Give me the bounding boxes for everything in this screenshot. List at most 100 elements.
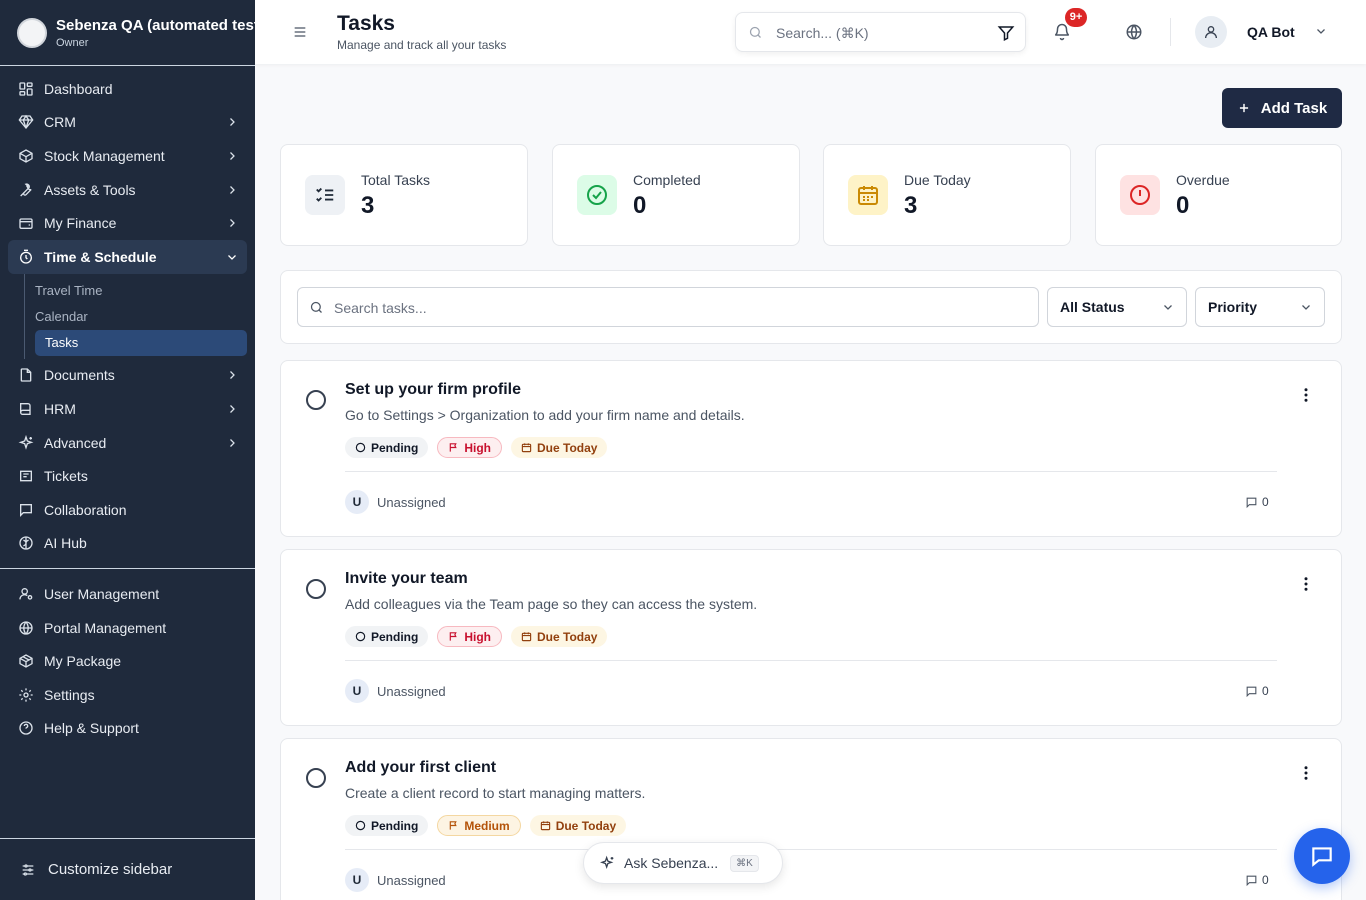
gear-icon bbox=[19, 688, 33, 702]
sidebar-item-label: Dashboard bbox=[44, 80, 113, 97]
globe-icon[interactable] bbox=[1125, 23, 1143, 41]
sidebar-item-documents[interactable]: Documents bbox=[8, 359, 247, 393]
task-search-input[interactable] bbox=[334, 297, 1024, 319]
menu-icon[interactable] bbox=[292, 24, 308, 40]
chevron-down-icon[interactable] bbox=[1315, 25, 1327, 37]
bell-icon[interactable] bbox=[1053, 23, 1071, 41]
comment-count[interactable]: 0 bbox=[1245, 495, 1269, 509]
package-icon bbox=[19, 654, 33, 668]
clock-icon bbox=[20, 249, 32, 264]
priority-select-value: Priority bbox=[1208, 299, 1258, 315]
sidebar-item-time-schedule[interactable]: Time & Schedule bbox=[8, 239, 247, 274]
add-task-button[interactable]: Add Task bbox=[1222, 88, 1342, 128]
task-description: Go to Settings > Organization to add you… bbox=[345, 407, 745, 423]
sidebar-item-crm[interactable]: CRM bbox=[8, 106, 247, 140]
sidebar-item-label: AI Hub bbox=[44, 535, 87, 552]
sidebar-item-label: Advanced bbox=[44, 434, 107, 451]
sidebar-subitem-tasks[interactable]: Tasks bbox=[35, 329, 247, 356]
priority-badge: High bbox=[437, 626, 503, 647]
sidebar-item-my-package[interactable]: My Package bbox=[8, 644, 247, 678]
assignee-avatar: U bbox=[345, 490, 369, 514]
sidebar-item-ai-hub[interactable]: AI Hub bbox=[8, 527, 247, 561]
chat-button[interactable] bbox=[1294, 828, 1350, 884]
sidebar-subitem-calendar[interactable]: Calendar bbox=[35, 304, 247, 330]
user-name[interactable]: QA Bot bbox=[1247, 24, 1295, 40]
task-card[interactable]: Set up your firm profile Go to Settings … bbox=[280, 360, 1342, 537]
comment-count[interactable]: 0 bbox=[1245, 684, 1269, 698]
sparkle-icon bbox=[600, 855, 614, 870]
sidebar-subitem-label: Tasks bbox=[45, 335, 79, 351]
sidebar-subitem-label: Calendar bbox=[35, 309, 88, 325]
stat-icon-wrap bbox=[577, 175, 617, 215]
sidebar-item-my-finance[interactable]: My Finance bbox=[8, 206, 247, 240]
due-badge: Due Today bbox=[511, 626, 608, 647]
help-icon bbox=[19, 721, 33, 735]
sidebar-item-help-support[interactable]: Help & Support bbox=[8, 712, 247, 746]
sidebar-item-collaboration[interactable]: Collaboration bbox=[8, 493, 247, 527]
sidebar-subitem-travel-time[interactable]: Travel Time bbox=[35, 278, 247, 304]
assignee-avatar: U bbox=[345, 679, 369, 703]
task-complete-checkbox[interactable] bbox=[306, 768, 326, 788]
calendar-icon bbox=[521, 443, 532, 453]
sidebar-item-label: Documents bbox=[44, 367, 115, 384]
flag-icon bbox=[450, 443, 458, 452]
status-select[interactable]: All Status bbox=[1047, 287, 1187, 327]
due-badge-label: Due Today bbox=[537, 629, 598, 644]
sidebar-item-settings[interactable]: Settings bbox=[8, 678, 247, 712]
stat-icon-wrap bbox=[305, 175, 345, 215]
sidebar-item-portal-management[interactable]: Portal Management bbox=[8, 611, 247, 645]
ask-assistant-button[interactable]: Ask Sebenza... ⌘K bbox=[583, 842, 783, 884]
stat-card-total-tasks: Total Tasks 3 bbox=[280, 144, 528, 246]
chevron-down-icon bbox=[1302, 305, 1310, 310]
org-switcher[interactable]: Sebenza QA (automated tests) Owner bbox=[0, 0, 255, 66]
task-title[interactable]: Set up your firm profile bbox=[345, 381, 521, 399]
filter-icon[interactable] bbox=[997, 24, 1015, 42]
sidebar-item-assets-tools[interactable]: Assets & Tools bbox=[8, 173, 247, 207]
more-vertical-icon[interactable] bbox=[1297, 764, 1315, 782]
global-search-input[interactable] bbox=[776, 22, 986, 44]
task-card[interactable]: Add your first client Create a client re… bbox=[280, 738, 1342, 900]
priority-badge: High bbox=[437, 437, 503, 458]
sidebar-item-dashboard[interactable]: Dashboard bbox=[8, 72, 247, 106]
chevron-right-icon bbox=[230, 152, 235, 160]
stat-value: 0 bbox=[633, 192, 647, 219]
top-header: Tasks Manage and track all your tasks 9+… bbox=[255, 0, 1366, 64]
priority-select[interactable]: Priority bbox=[1195, 287, 1325, 327]
task-divider bbox=[345, 471, 1277, 472]
due-badge-label: Due Today bbox=[537, 440, 598, 455]
task-filter-bar: All Status Priority bbox=[280, 270, 1342, 344]
calendar-icon bbox=[521, 632, 532, 642]
sidebar-item-label: Settings bbox=[44, 686, 95, 703]
sidebar-item-hrm[interactable]: HRM bbox=[8, 392, 247, 426]
sidebar-item-label: Tickets bbox=[44, 468, 88, 485]
more-vertical-icon[interactable] bbox=[1297, 386, 1315, 404]
chevron-right-icon bbox=[230, 405, 235, 413]
user-cog-icon bbox=[19, 587, 33, 600]
search-icon bbox=[749, 26, 761, 38]
comment-count-value: 0 bbox=[1262, 873, 1269, 887]
task-divider bbox=[345, 849, 1277, 850]
assignee-name: Unassigned bbox=[377, 495, 446, 510]
task-description: Create a client record to start managing… bbox=[345, 785, 646, 801]
sidebar-item-user-management[interactable]: User Management bbox=[8, 577, 247, 611]
task-complete-checkbox[interactable] bbox=[306, 579, 326, 599]
sidebar-item-tickets[interactable]: Tickets bbox=[8, 459, 247, 493]
due-badge-label: Due Today bbox=[555, 818, 617, 833]
task-title[interactable]: Add your first client bbox=[345, 759, 496, 777]
comment-count[interactable]: 0 bbox=[1245, 873, 1269, 887]
sidebar-item-label: My Finance bbox=[44, 215, 117, 232]
sidebar-item-label: Collaboration bbox=[44, 501, 127, 518]
task-complete-checkbox[interactable] bbox=[306, 390, 326, 410]
task-title[interactable]: Invite your team bbox=[345, 570, 468, 588]
customize-sidebar-button[interactable]: Customize sidebar bbox=[0, 838, 255, 900]
sidebar-divider bbox=[0, 568, 255, 570]
sidebar-item-advanced[interactable]: Advanced bbox=[8, 426, 247, 460]
sidebar-nav: Dashboard CRM Stock Management Assets & … bbox=[0, 66, 255, 745]
user-avatar[interactable] bbox=[1195, 16, 1227, 48]
chevron-right-icon bbox=[230, 185, 235, 194]
task-card[interactable]: Invite your team Add colleagues via the … bbox=[280, 549, 1342, 726]
box-icon bbox=[19, 149, 33, 163]
sidebar-item-stock-management[interactable]: Stock Management bbox=[8, 139, 247, 173]
comment-icon bbox=[1246, 497, 1257, 508]
more-vertical-icon[interactable] bbox=[1297, 575, 1315, 593]
